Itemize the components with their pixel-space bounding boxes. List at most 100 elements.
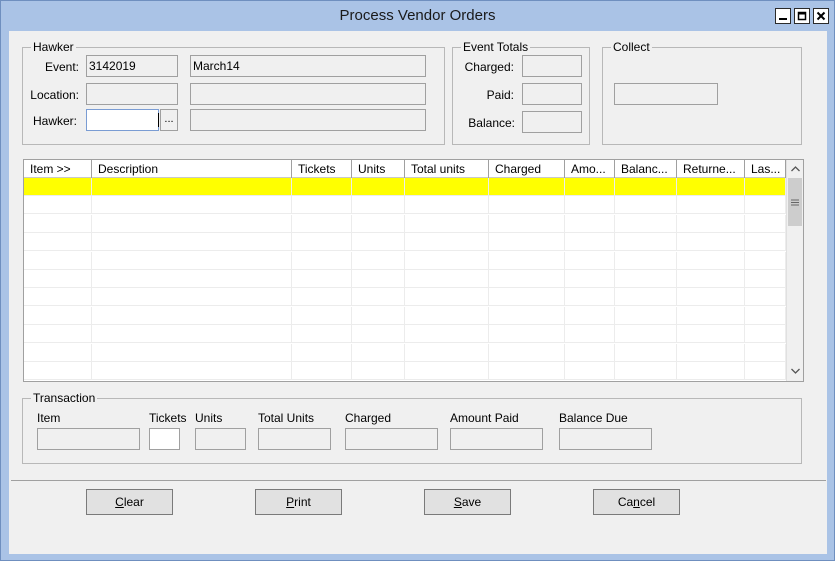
grid-cell[interactable] bbox=[24, 178, 92, 196]
grid-cell[interactable] bbox=[24, 362, 92, 380]
grid-cell[interactable] bbox=[565, 233, 615, 252]
grid-cell[interactable] bbox=[24, 196, 92, 215]
grid-cell[interactable] bbox=[677, 233, 745, 252]
grid-cell[interactable] bbox=[615, 214, 677, 233]
grid-column-header[interactable]: Units bbox=[352, 160, 405, 178]
grid-cell[interactable] bbox=[92, 288, 292, 307]
grid-cell[interactable] bbox=[677, 214, 745, 233]
grid-column-header[interactable]: Description bbox=[92, 160, 292, 178]
grid-cell[interactable] bbox=[745, 325, 786, 344]
grid-row[interactable] bbox=[24, 270, 788, 288]
hawker-lookup-button[interactable]: ... bbox=[160, 109, 178, 131]
grid-cell[interactable] bbox=[92, 270, 292, 288]
grid-cell[interactable] bbox=[352, 325, 405, 344]
balance-field[interactable] bbox=[522, 111, 582, 133]
save-button[interactable]: Save bbox=[424, 489, 511, 515]
hawker-input[interactable] bbox=[86, 109, 159, 131]
grid-cell[interactable] bbox=[677, 196, 745, 215]
grid-cell[interactable] bbox=[565, 306, 615, 325]
grid-cell[interactable] bbox=[292, 196, 352, 215]
grid-cell[interactable] bbox=[24, 343, 92, 362]
item-field[interactable] bbox=[37, 428, 140, 450]
grid-cell[interactable] bbox=[489, 251, 565, 270]
grid-cell[interactable] bbox=[565, 178, 615, 196]
grid-cell[interactable] bbox=[352, 288, 405, 307]
grid-cell[interactable] bbox=[489, 178, 565, 196]
grid-cell[interactable] bbox=[405, 233, 489, 252]
grid-cell[interactable] bbox=[565, 325, 615, 344]
tickets-field[interactable] bbox=[149, 428, 180, 450]
grid-cell[interactable] bbox=[92, 214, 292, 233]
grid-cell[interactable] bbox=[615, 233, 677, 252]
order-items-grid[interactable]: Item >> Description Tickets Units Total unit… bbox=[23, 159, 804, 382]
grid-cell[interactable] bbox=[565, 196, 615, 215]
grid-cell[interactable] bbox=[292, 233, 352, 252]
grid-cell[interactable] bbox=[24, 251, 92, 270]
grid-row[interactable] bbox=[24, 325, 788, 344]
grid-cell[interactable] bbox=[24, 214, 92, 233]
grid-cell[interactable] bbox=[677, 306, 745, 325]
grid-cell[interactable] bbox=[565, 251, 615, 270]
amount-paid-field[interactable] bbox=[450, 428, 543, 450]
grid-cell[interactable] bbox=[615, 288, 677, 307]
grid-row-selected[interactable] bbox=[24, 178, 788, 196]
grid-cell[interactable] bbox=[405, 343, 489, 362]
grid-cell[interactable] bbox=[292, 306, 352, 325]
grid-column-header[interactable]: Balanc... bbox=[615, 160, 677, 178]
grid-cell[interactable] bbox=[352, 306, 405, 325]
scroll-thumb[interactable] bbox=[788, 178, 802, 226]
grid-cell[interactable] bbox=[352, 214, 405, 233]
event-code-field[interactable]: 3142019 bbox=[86, 55, 178, 77]
grid-cell[interactable] bbox=[24, 233, 92, 252]
grid-cell[interactable] bbox=[405, 362, 489, 380]
grid-cell[interactable] bbox=[615, 325, 677, 344]
grid-row[interactable] bbox=[24, 233, 788, 252]
grid-cell[interactable] bbox=[405, 270, 489, 288]
grid-column-header[interactable]: Total units bbox=[405, 160, 489, 178]
grid-cell[interactable] bbox=[292, 214, 352, 233]
grid-cell[interactable] bbox=[292, 343, 352, 362]
grid-cell[interactable] bbox=[405, 214, 489, 233]
grid-cell[interactable] bbox=[292, 325, 352, 344]
grid-cell[interactable] bbox=[745, 251, 786, 270]
grid-cell[interactable] bbox=[352, 178, 405, 196]
grid-cell[interactable] bbox=[489, 270, 565, 288]
grid-cell[interactable] bbox=[489, 196, 565, 215]
total-units-field[interactable] bbox=[258, 428, 331, 450]
grid-cell[interactable] bbox=[405, 178, 489, 196]
grid-cell[interactable] bbox=[615, 270, 677, 288]
grid-cell[interactable] bbox=[677, 343, 745, 362]
transaction-charged-field[interactable] bbox=[345, 428, 438, 450]
grid-column-header[interactable]: Item >> bbox=[24, 160, 92, 178]
collect-field[interactable] bbox=[614, 83, 718, 105]
grid-cell[interactable] bbox=[92, 178, 292, 196]
grid-cell[interactable] bbox=[745, 233, 786, 252]
grid-cell[interactable] bbox=[565, 214, 615, 233]
event-name-field[interactable]: March14 bbox=[190, 55, 426, 77]
grid-cell[interactable] bbox=[615, 196, 677, 215]
grid-cell[interactable] bbox=[352, 270, 405, 288]
grid-cell[interactable] bbox=[677, 178, 745, 196]
grid-column-header[interactable]: Returne... bbox=[677, 160, 745, 178]
grid-column-header[interactable]: Tickets bbox=[292, 160, 352, 178]
grid-cell[interactable] bbox=[677, 288, 745, 307]
grid-column-header[interactable]: Charged bbox=[489, 160, 565, 178]
location-name-field[interactable] bbox=[190, 83, 426, 105]
grid-cell[interactable] bbox=[565, 343, 615, 362]
grid-cell[interactable] bbox=[677, 325, 745, 344]
grid-cell[interactable] bbox=[677, 251, 745, 270]
grid-cell[interactable] bbox=[292, 362, 352, 380]
grid-cell[interactable] bbox=[615, 178, 677, 196]
grid-cell[interactable] bbox=[405, 288, 489, 307]
grid-cell[interactable] bbox=[745, 214, 786, 233]
grid-row[interactable] bbox=[24, 306, 788, 325]
grid-cell[interactable] bbox=[745, 178, 786, 196]
grid-cell[interactable] bbox=[92, 362, 292, 380]
grid-cell[interactable] bbox=[352, 233, 405, 252]
grid-cell[interactable] bbox=[92, 251, 292, 270]
minimize-button[interactable] bbox=[775, 8, 791, 24]
grid-row[interactable] bbox=[24, 288, 788, 307]
grid-cell[interactable] bbox=[489, 288, 565, 307]
clear-button[interactable]: Clear bbox=[86, 489, 173, 515]
grid-cell[interactable] bbox=[405, 325, 489, 344]
